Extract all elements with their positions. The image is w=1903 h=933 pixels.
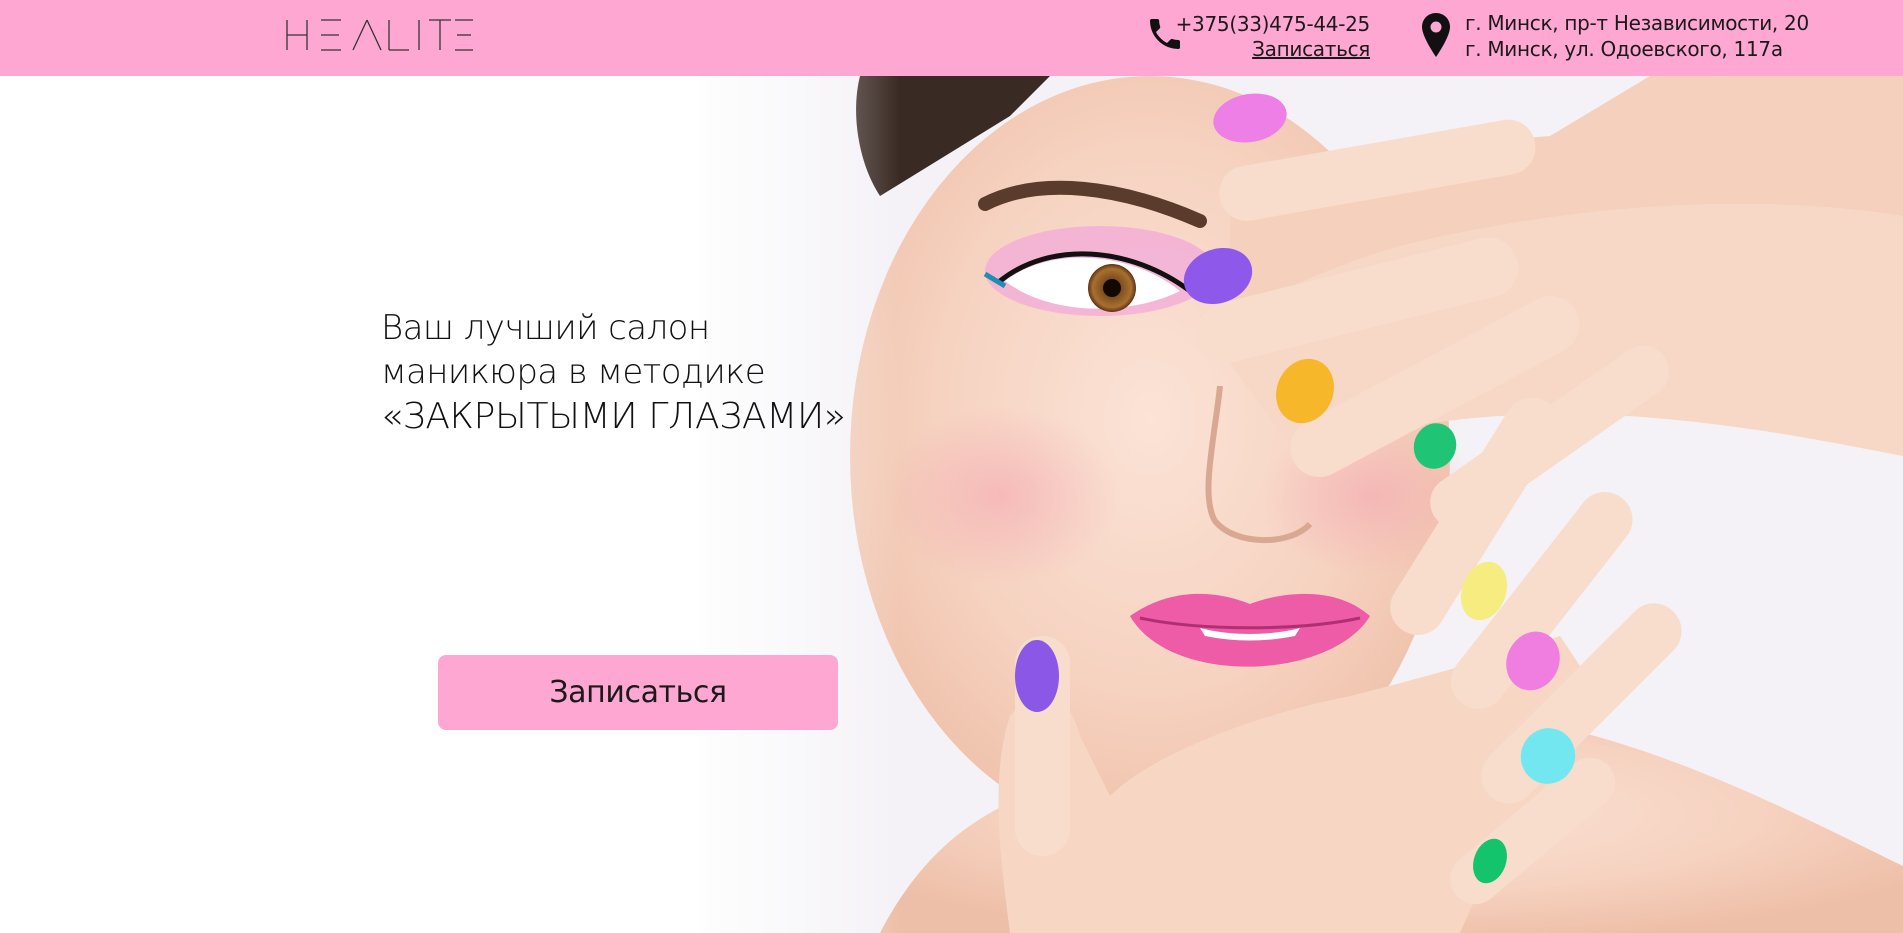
brand-logo[interactable]: [285, 16, 475, 56]
site-header: +375(33)475-44-25 Записаться г. Минск, п…: [0, 0, 1903, 76]
hero-line-2: маникюра в методике: [381, 352, 766, 392]
book-appointment-link[interactable]: Записаться: [1252, 37, 1370, 62]
hero-line-3: «ЗАКРЫТЫМИ ГЛАЗАМИ»: [381, 396, 846, 437]
hero-section: Ваш лучший салон маникюра в методике «ЗА…: [0, 76, 1903, 933]
phone-number[interactable]: +375(33)475-44-25: [1160, 12, 1371, 37]
book-appointment-button[interactable]: Записаться: [438, 655, 838, 730]
address-line-2: г. Минск, ул. Одоевского, 117а: [1465, 37, 1783, 61]
address-line-1: г. Минск, пр-т Независимости, 20: [1465, 11, 1809, 35]
hero-photo: [0, 76, 1903, 933]
healite-logo-mark: [286, 19, 473, 51]
hero-headline: Ваш лучший салон маникюра в методике «ЗА…: [381, 306, 846, 440]
map-pin-icon: [1420, 12, 1452, 58]
addresses-block: г. Минск, пр-т Независимости, 20 г. Минс…: [1465, 10, 1809, 62]
landing-page: +375(33)475-44-25 Записаться г. Минск, п…: [0, 0, 1903, 933]
hero-line-1: Ваш лучший салон: [381, 308, 710, 348]
contact-phone-block: +375(33)475-44-25 Записаться: [1160, 12, 1371, 62]
